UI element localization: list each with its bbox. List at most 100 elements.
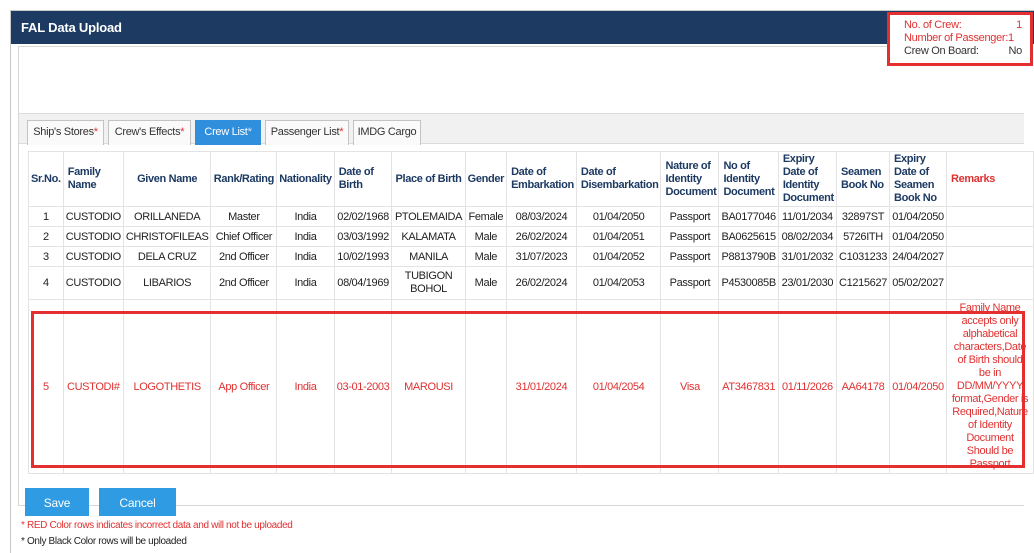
table-cell: TUBIGON BOHOL [391, 266, 466, 300]
table-cell: 5 [28, 299, 64, 474]
table-cell: Visa [660, 299, 720, 474]
table-cell: Male [464, 226, 508, 247]
table-cell: India [276, 246, 335, 267]
table-cell: MAROUSI [391, 299, 466, 474]
crew-count-row: No. of Crew: 1 [904, 19, 1030, 32]
table-cell: 26/02/2024 [506, 266, 577, 300]
table-cell: Passport [660, 226, 720, 247]
table-cell: 31/01/2024 [506, 299, 577, 474]
tab-bar: Ship's Stores* Crew's Effects* Crew List… [19, 113, 1024, 145]
table-cell: 01/04/2053 [575, 266, 662, 300]
crew-onboard-row: Crew On Board: No [904, 45, 1030, 58]
tab-crew-list[interactable]: Crew List* [195, 120, 261, 145]
table-cell: 01/04/2050 [575, 206, 662, 227]
table-row: 1 CUSTODIO ORILLANEDA Master India 02/02… [28, 206, 1034, 227]
passenger-count-label: Number of Passenger:1 [904, 32, 1014, 44]
table-cell: 08/04/1969 [333, 266, 393, 300]
table-cell: 4 [28, 266, 64, 300]
column-header: Date of Birth [333, 151, 393, 207]
table-cell: 32897ST [836, 206, 890, 227]
table-cell: C1031233 [836, 246, 890, 267]
crew-list-table: Sr.No. Family Name Given Name Rank/Ratin… [28, 151, 1034, 474]
tab-label: Crew's Effects [114, 126, 181, 138]
table-cell: BA0177046 [718, 206, 779, 227]
table-cell: Passport [660, 266, 720, 300]
passenger-count-row: Number of Passenger:1 [904, 32, 1030, 45]
table-cell: Master [210, 206, 278, 227]
table-cell: 23/01/2030 [777, 266, 838, 300]
column-header: Nationality [276, 151, 335, 207]
table-cell: 2 [28, 226, 64, 247]
save-button[interactable]: Save [25, 488, 89, 516]
table-cell: C1215627 [836, 266, 890, 300]
table-header-row: Sr.No. Family Name Given Name Rank/Ratin… [28, 151, 1034, 207]
table-cell [945, 206, 1034, 227]
table-cell [945, 246, 1034, 267]
column-header: Remarks [945, 151, 1034, 207]
table-cell: App Officer [210, 299, 278, 474]
tab-passenger-list[interactable]: Passenger List* [265, 120, 349, 145]
table-cell: Male [464, 266, 508, 300]
table-cell: 1 [28, 206, 64, 227]
table-cell: KALAMATA [391, 226, 466, 247]
column-header: Expiry Date of Seamen Book No [888, 151, 947, 207]
table-cell: LIBARIOS [122, 266, 212, 300]
table-cell: 03-01-2003 [333, 299, 393, 474]
table-cell: CUSTODIO [62, 206, 124, 227]
table-cell: AT3467831 [718, 299, 779, 474]
required-marker: * [339, 126, 344, 138]
table-cell: 5726ITH [836, 226, 890, 247]
table-cell: Female [464, 206, 508, 227]
tab-label: IMDG Cargo [357, 126, 417, 138]
valid-rows-note: * Only Black Color rows will be uploaded [21, 536, 187, 547]
column-header: Given Name [122, 151, 212, 207]
table-cell: India [276, 299, 335, 474]
table-cell: 10/02/1993 [333, 246, 393, 267]
table-cell: P8813790B [718, 246, 779, 267]
cancel-button[interactable]: Cancel [99, 488, 176, 516]
table-cell: 01/04/2050 [888, 206, 947, 227]
table-cell: 05/02/2027 [888, 266, 947, 300]
error-table-row: 5 CUSTODI# LOGOTHETIS App Officer India … [28, 299, 1034, 474]
table-cell: India [276, 226, 335, 247]
table-cell: 01/04/2052 [575, 246, 662, 267]
table-cell: ORILLANEDA [122, 206, 212, 227]
column-header: Date of Embarkation [506, 151, 577, 207]
table-cell: DELA CRUZ [122, 246, 212, 267]
table-cell [464, 299, 508, 474]
tab-label: Passenger List [270, 126, 340, 138]
table-cell: CHRISTOFILEAS [122, 226, 212, 247]
table-cell: Passport [660, 206, 720, 227]
table-cell: PTOLEMAIDA [391, 206, 466, 227]
table-cell: CUSTODIO [62, 266, 124, 300]
tab-label: Ship's Stores [33, 126, 94, 138]
table-cell [945, 266, 1034, 300]
table-row: 2 CUSTODIO CHRISTOFILEAS Chief Officer I… [28, 226, 1034, 247]
column-header: Rank/Rating [210, 151, 278, 207]
table-cell: India [276, 266, 335, 300]
table-cell [945, 226, 1034, 247]
table-cell: AA64178 [836, 299, 890, 474]
required-marker: * [93, 126, 98, 138]
table-cell: CUSTODI# [62, 299, 124, 474]
remarks-cell: Family Name accepts only alphabetical ch… [945, 299, 1034, 474]
tab-imdg-cargo[interactable]: IMDG Cargo [353, 120, 421, 145]
column-header: Seamen Book No [836, 151, 890, 207]
crew-count-summary: No. of Crew: 1 Number of Passenger:1 Cre… [887, 12, 1033, 66]
table-cell: 01/04/2050 [888, 226, 947, 247]
table-cell: 01/04/2051 [575, 226, 662, 247]
table-cell: CUSTODIO [62, 246, 124, 267]
table-cell: Passport [660, 246, 720, 267]
table-cell: 01/04/2050 [888, 299, 947, 474]
column-header: No of Identity Document [718, 151, 779, 207]
panel-header [19, 47, 1024, 113]
tab-label: Crew List [204, 126, 248, 138]
column-header: Sr.No. [28, 151, 64, 207]
table-cell: 26/02/2024 [506, 226, 577, 247]
column-header: Family Name [62, 151, 124, 207]
tab-crews-effects[interactable]: Crew's Effects* [108, 120, 191, 145]
tab-ships-stores[interactable]: Ship's Stores* [27, 120, 104, 145]
table-cell: 08/03/2024 [506, 206, 577, 227]
table-cell: 31/07/2023 [506, 246, 577, 267]
table-cell: 03/03/1992 [333, 226, 393, 247]
